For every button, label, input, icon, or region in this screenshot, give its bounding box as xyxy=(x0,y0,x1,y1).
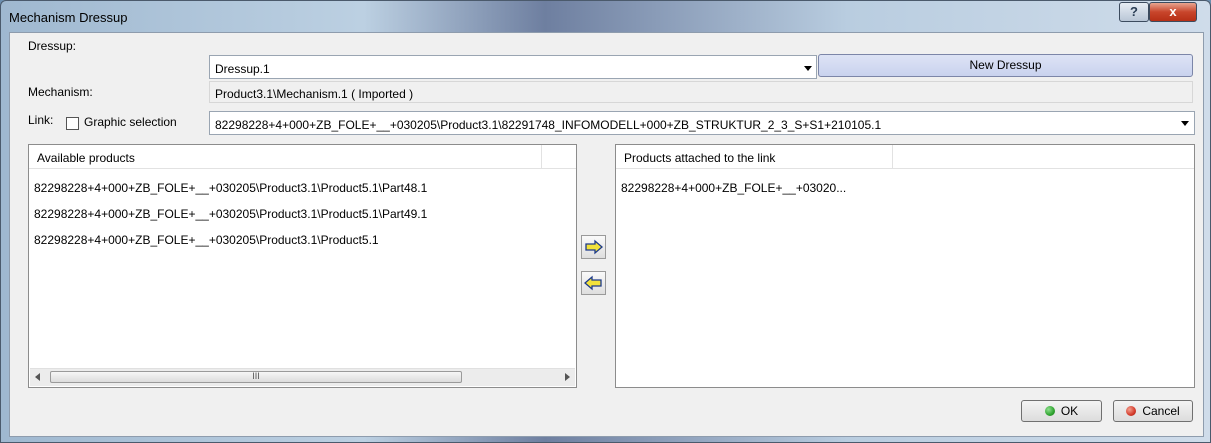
dressup-label: Dressup: xyxy=(28,39,77,53)
graphic-selection-checkbox[interactable] xyxy=(66,117,79,130)
arrow-left-icon xyxy=(582,275,605,297)
add-to-link-button[interactable] xyxy=(581,235,606,259)
cancel-button[interactable]: Cancel xyxy=(1113,400,1193,422)
attached-products-header[interactable]: Products attached to the link xyxy=(616,145,1194,169)
column-divider xyxy=(541,145,542,169)
help-button[interactable]: ? xyxy=(1119,2,1149,22)
scrollbar-grip: III xyxy=(252,371,260,381)
dressup-combo-value: Dressup.1 xyxy=(215,62,270,76)
chevron-down-icon[interactable] xyxy=(1181,121,1189,126)
available-products-list[interactable]: Available products 82298228+4+000+ZB_FOL… xyxy=(28,144,577,388)
list-item[interactable]: 82298228+4+000+ZB_FOLE+__+030205\Product… xyxy=(34,181,427,195)
available-products-header-label: Available products xyxy=(37,151,135,165)
arrow-right-icon xyxy=(582,239,605,261)
list-item[interactable]: 82298228+4+000+ZB_FOLE+__+030205\Product… xyxy=(34,233,379,247)
scrollbar-thumb[interactable]: III xyxy=(50,371,462,383)
mechanism-value-field: Product3.1\Mechanism.1 ( Imported ) xyxy=(209,81,1193,103)
column-divider xyxy=(892,145,893,169)
attached-products-header-label: Products attached to the link xyxy=(624,151,776,165)
available-products-header[interactable]: Available products xyxy=(29,145,576,169)
close-button[interactable]: x xyxy=(1149,2,1197,22)
new-dressup-button[interactable]: New Dressup xyxy=(818,54,1193,77)
scroll-left-icon[interactable] xyxy=(35,373,40,381)
list-item[interactable]: 82298228+4+000+ZB_FOLE+__+03020... xyxy=(621,181,846,195)
mechanism-dressup-window: Mechanism Dressup ? x Dressup: Dressup.1… xyxy=(0,0,1211,443)
dressup-combo[interactable]: Dressup.1 xyxy=(209,55,817,79)
horizontal-scrollbar[interactable]: III xyxy=(30,368,575,386)
ok-icon xyxy=(1044,406,1055,416)
link-label: Link: xyxy=(28,113,54,127)
scroll-right-icon[interactable] xyxy=(565,373,570,381)
ok-label: OK xyxy=(1060,404,1079,418)
link-combo-value: 82298228+4+000+ZB_FOLE+__+030205\Product… xyxy=(215,118,882,132)
mechanism-value: Product3.1\Mechanism.1 ( Imported ) xyxy=(215,87,414,101)
graphic-selection-label[interactable]: Graphic selection xyxy=(84,115,177,129)
chevron-down-icon[interactable] xyxy=(804,66,812,71)
cancel-label: Cancel xyxy=(1142,404,1180,418)
mechanism-label: Mechanism: xyxy=(28,85,93,99)
cancel-icon xyxy=(1126,406,1137,416)
attached-products-list[interactable]: Products attached to the link 82298228+4… xyxy=(615,144,1195,388)
list-item[interactable]: 82298228+4+000+ZB_FOLE+__+030205\Product… xyxy=(34,207,427,221)
link-combo[interactable]: 82298228+4+000+ZB_FOLE+__+030205\Product… xyxy=(209,111,1195,135)
dialog-client-area: Dressup: Dressup.1 New Dressup Mechanism… xyxy=(9,32,1204,437)
remove-from-link-button[interactable] xyxy=(581,271,606,295)
ok-button[interactable]: OK xyxy=(1021,400,1102,422)
title-bar[interactable]: Mechanism Dressup ? x xyxy=(1,1,1210,33)
window-title: Mechanism Dressup xyxy=(9,10,128,25)
